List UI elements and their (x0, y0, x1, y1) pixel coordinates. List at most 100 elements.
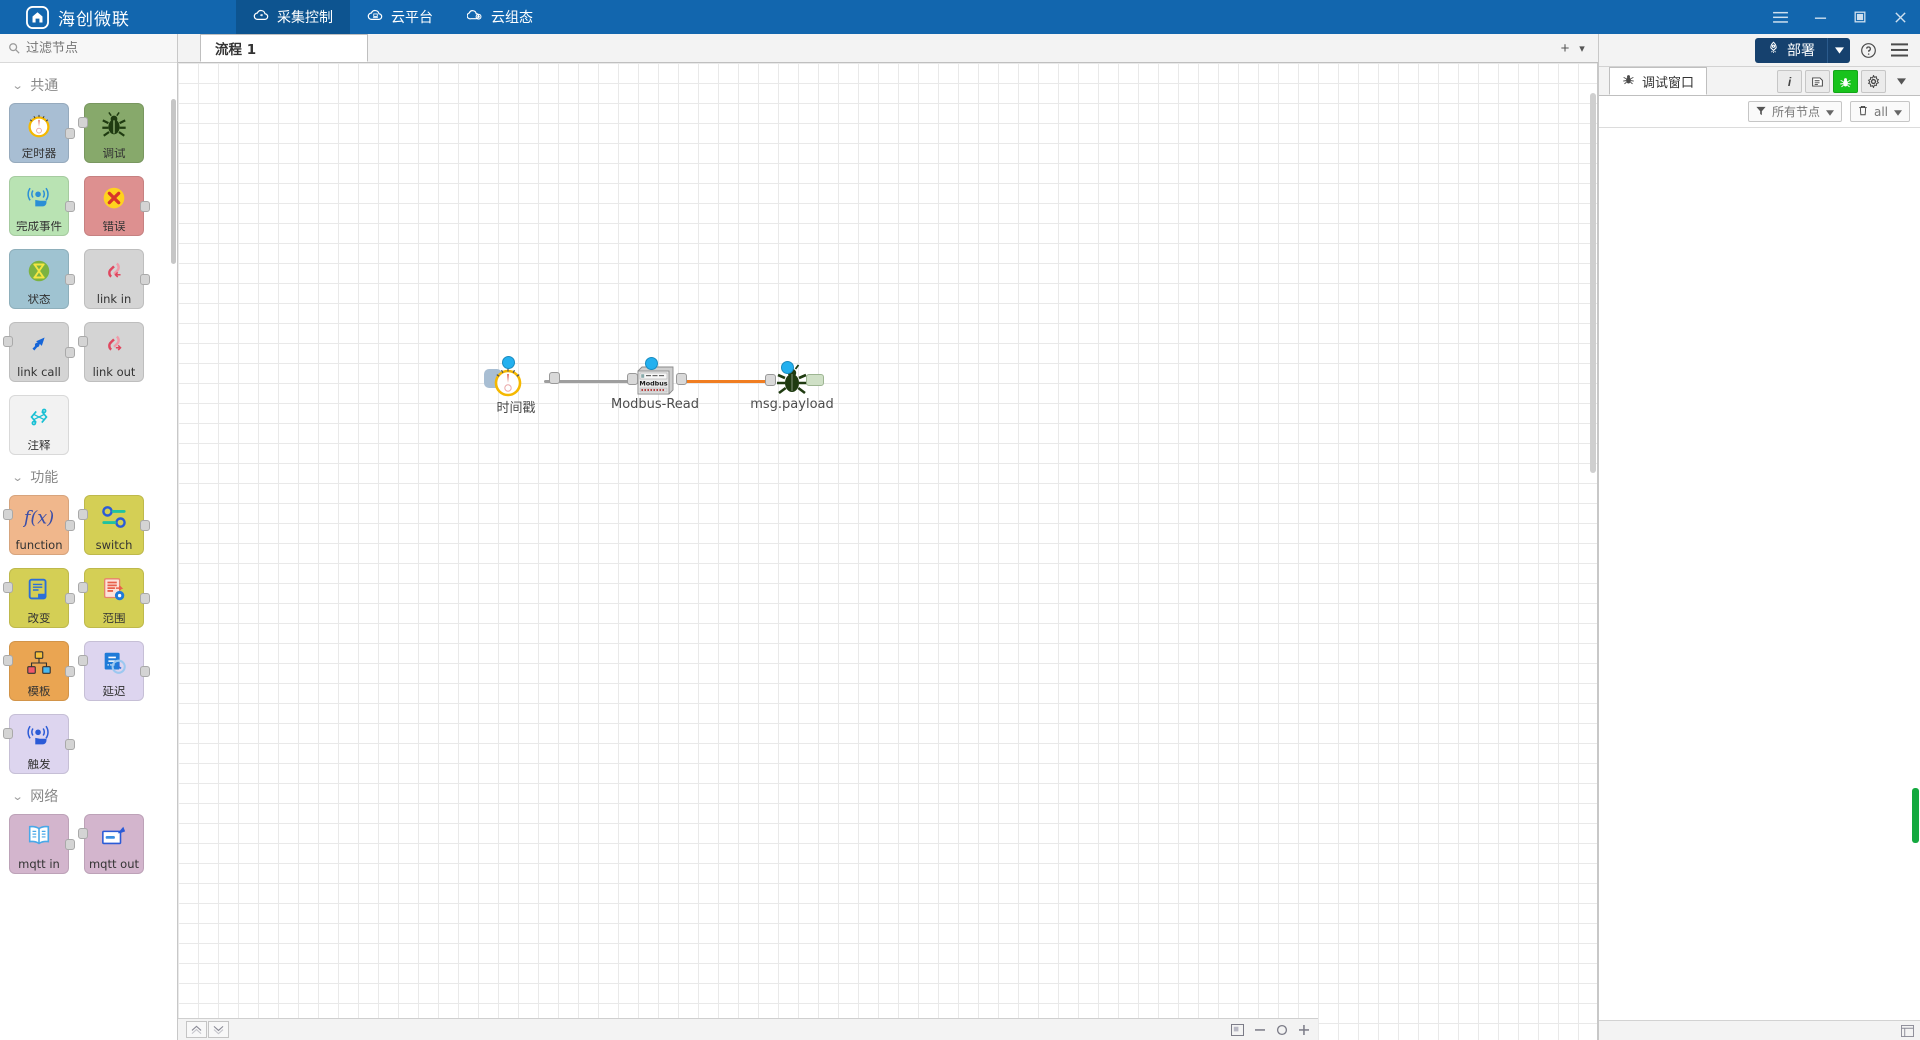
comment-icon (10, 401, 68, 433)
palette-node-trigger[interactable]: 触发 (3, 714, 75, 774)
delay-clock-icon (85, 647, 143, 679)
node-palette: ⌄ 共通 定时器 (0, 34, 178, 1040)
node-output-port[interactable] (549, 372, 560, 384)
nav-tab-cloud-scada[interactable]: 云组态 (450, 0, 550, 34)
debug-scrollbar[interactable] (1912, 788, 1919, 843)
palette-node-change[interactable]: 改变 (3, 568, 75, 628)
palette-node-link-in[interactable]: link in (84, 249, 150, 309)
palette-scroll-area[interactable]: ⌄ 共通 定时器 调试 完成事件 错误 状态 link in link call… (0, 63, 177, 1040)
palette-node-mqtt-in[interactable]: mqtt in (9, 814, 75, 874)
palette-node-link-out[interactable]: link out (78, 322, 144, 382)
palette-node-label: mqtt in (18, 858, 60, 871)
chevron-down-icon: ⌄ (11, 789, 24, 803)
flow-tab-1[interactable]: 流程 1 (200, 34, 368, 62)
minimize-icon[interactable] (1800, 0, 1840, 34)
bug-icon (1622, 73, 1635, 89)
palette-node-range[interactable]: 范围 (78, 568, 150, 628)
side-panel-tools: i (1777, 70, 1914, 93)
palette-category-network[interactable]: ⌄ 网络 (0, 774, 177, 814)
palette-node-label: link call (17, 366, 61, 379)
debug-tab-button[interactable] (1833, 70, 1858, 93)
palette-node-delay[interactable]: 延迟 (78, 641, 150, 701)
close-icon[interactable] (1880, 0, 1920, 34)
change-edit-icon (10, 574, 68, 606)
palette-category-common[interactable]: ⌄ 共通 (0, 63, 177, 103)
debug-clear-button[interactable]: all (1849, 101, 1910, 122)
link-out-icon (85, 328, 143, 360)
palette-node-switch[interactable]: switch (78, 495, 150, 555)
resize-grip-icon[interactable] (1901, 1024, 1914, 1037)
canvas-vertical-scrollbar[interactable] (1590, 93, 1596, 473)
palette-node-timer[interactable]: 定时器 (9, 103, 75, 163)
palette-node-label: switch (95, 539, 133, 552)
add-flow-button[interactable]: + (1554, 34, 1576, 63)
node-status-indicator (645, 357, 658, 370)
link-in-icon (85, 255, 143, 287)
palette-node-label: mqtt out (88, 858, 139, 871)
flow-node-timestamp[interactable]: 时间戳 (484, 356, 560, 416)
hamburger-menu-icon[interactable] (1886, 38, 1912, 63)
palette-node-complete[interactable]: 完成事件 (9, 176, 75, 236)
info-tab-button[interactable]: i (1777, 70, 1802, 93)
category-label: 网络 (30, 789, 59, 805)
palette-node-error[interactable]: 错误 (84, 176, 150, 236)
palette-node-debug[interactable]: 调试 (78, 103, 144, 163)
palette-node-template[interactable]: 模板 (3, 641, 75, 701)
palette-node-label: 完成事件 (16, 220, 62, 233)
debug-bug-icon (85, 109, 143, 141)
node-debug-toggle[interactable] (806, 374, 824, 386)
status-bar-left-buttons (186, 1021, 229, 1038)
palette-node-mqtt-out[interactable]: mqtt out (78, 814, 144, 874)
palette-node-comment[interactable]: 注释 (9, 395, 69, 455)
help-tab-button[interactable] (1805, 70, 1830, 93)
flow-node-label: 时间戳 (496, 401, 536, 416)
zoom-in-button[interactable] (1298, 1024, 1310, 1036)
chevron-down-icon: ⌄ (11, 470, 24, 484)
palette-node-link-call[interactable]: link call (3, 322, 75, 382)
palette-node-label: 状态 (27, 293, 51, 306)
palette-node-function[interactable]: f(x) function (3, 495, 75, 555)
node-input-port[interactable] (765, 374, 776, 386)
function-fx-icon: f(x) (10, 501, 68, 533)
navigator-button[interactable] (1231, 1023, 1244, 1036)
flow-menu-caret[interactable]: ▾ (1576, 34, 1598, 63)
node-output-port[interactable] (676, 373, 687, 385)
collapse-all-button[interactable] (186, 1021, 207, 1038)
deploy-caret-button[interactable] (1827, 37, 1850, 63)
menu-icon[interactable] (1760, 0, 1800, 34)
maximize-icon[interactable] (1840, 0, 1880, 34)
flow-node-modbus-read[interactable]: Modbus Modbus-Read (611, 357, 699, 412)
help-circle-icon[interactable] (1855, 38, 1881, 63)
nav-tab-collect-control[interactable]: 采集控制 (236, 0, 350, 34)
expand-all-button[interactable] (208, 1021, 229, 1038)
deploy-button[interactable]: 部署 (1755, 37, 1850, 63)
palette-search[interactable] (0, 34, 177, 63)
palette-node-label: 定时器 (21, 147, 57, 160)
cloud-platform-icon (367, 7, 384, 28)
canvas-grid (178, 63, 1597, 1040)
nav-tab-cloud-platform[interactable]: 云平台 (350, 0, 450, 34)
zoom-out-button[interactable] (1254, 1024, 1266, 1036)
complete-touch-icon (10, 182, 68, 214)
more-tabs-caret[interactable] (1889, 70, 1914, 93)
search-input[interactable] (26, 40, 166, 56)
flow-canvas[interactable]: 时间戳 Modbus Modbus-Read msg.payload (178, 63, 1598, 1040)
node-input-port[interactable] (627, 373, 638, 385)
flow-tab-bar: 流程 1 + ▾ (178, 34, 1598, 63)
config-tab-button[interactable] (1861, 70, 1886, 93)
palette-scrollbar[interactable] (171, 99, 176, 264)
tab-debug-window[interactable]: 调试窗口 (1609, 67, 1708, 95)
timer-icon (10, 109, 68, 141)
palette-category-function[interactable]: ⌄ 功能 (0, 455, 177, 495)
flow-node-label: msg.payload (750, 397, 834, 412)
palette-node-status[interactable]: 状态 (9, 249, 75, 309)
debug-message-list[interactable] (1599, 128, 1920, 1020)
flow-node-msg-payload[interactable]: msg.payload (750, 361, 834, 412)
template-tree-icon (10, 647, 68, 679)
svg-text:f(x): f(x) (23, 509, 54, 529)
debug-filter-nodes-button[interactable]: 所有节点 (1747, 101, 1842, 122)
brand-name: 海创微联 (58, 9, 130, 30)
deploy-button-main[interactable]: 部署 (1755, 38, 1827, 63)
nav-tab-label: 采集控制 (277, 10, 333, 26)
zoom-reset-button[interactable] (1276, 1024, 1288, 1036)
